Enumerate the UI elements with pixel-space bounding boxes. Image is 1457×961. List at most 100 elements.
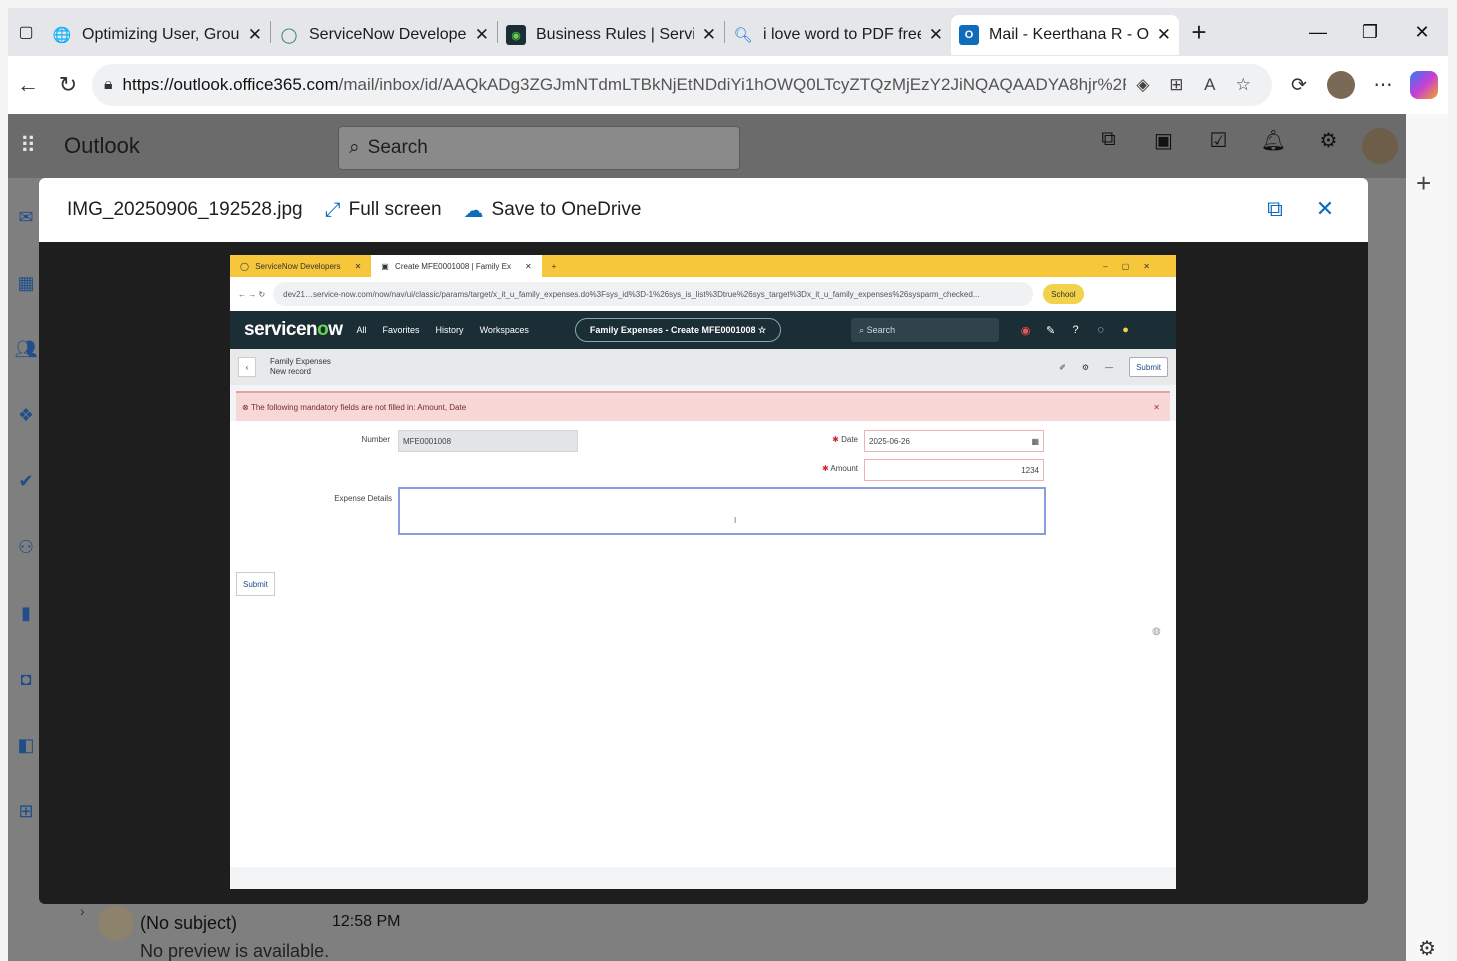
mail-subject: (No subject) [140, 913, 238, 933]
settings-icon: ⚙ [1081, 362, 1090, 372]
close-icon[interactable]: ✕ [702, 25, 716, 45]
close-icon[interactable]: ✕ [1300, 196, 1350, 222]
onenote-icon[interactable]: ▣ [1136, 128, 1191, 164]
tab-strip: ▢ 🌐 Optimizing User, Group, ar ✕ ◯ Servi… [8, 8, 1448, 56]
search-input[interactable]: ⌕ Search [338, 126, 740, 170]
read-aloud-icon[interactable]: A [1193, 75, 1226, 95]
search-icon: ⌕ [349, 137, 360, 158]
reader-mode-icon[interactable]: ◈ [1126, 75, 1159, 95]
viewer-actions: ⧉ ✕ [1250, 196, 1350, 222]
avatar [98, 905, 134, 941]
new-tab-button[interactable]: + [1179, 17, 1219, 48]
inner-search: ⌕ Search [851, 318, 1000, 342]
number-field: MFE0001008 [398, 430, 578, 452]
split-screen-icon[interactable]: ⊞ [1160, 75, 1193, 95]
form-title: Family Expenses New record [270, 357, 331, 376]
submit-button-top: Submit [1129, 357, 1168, 377]
browser-tab-active[interactable]: O Mail - Keerthana R - Outlo ✕ [951, 15, 1179, 55]
app-title: Outlook [64, 133, 140, 158]
close-icon[interactable]: ✕ [248, 25, 262, 45]
context-pill: Family Expenses - Create MFE0001008 ☆ [574, 318, 782, 342]
help-icon: ? [1072, 323, 1079, 336]
nav-arrows-icon: ← → ↻ [238, 289, 266, 299]
more-icon: — [1105, 362, 1114, 372]
record-form: Number MFE0001008 ✱ Date 2025-06-26 ▦ ✱ A… [230, 421, 1176, 867]
close-icon[interactable]: ✕ [929, 25, 943, 45]
inner-tab-active: ▣ Create MFE0001008 | Family Ex ✕ [371, 255, 542, 277]
settings-gear-icon[interactable]: ⚙ [1301, 128, 1356, 164]
number-label: Number [361, 435, 390, 444]
close-icon[interactable]: ✕ [1157, 25, 1171, 45]
browser-window: ▢ 🌐 Optimizing User, Group, ar ✕ ◯ Servi… [8, 8, 1448, 961]
browser-tab[interactable]: 🌐 Optimizing User, Group, ar ✕ [44, 15, 270, 55]
servicenow-app-icon: ◉ [506, 25, 526, 45]
my-day-icon[interactable]: ☑ [1191, 128, 1246, 164]
mandatory-fields-alert: ⊗ The following mandatory fields are not… [236, 391, 1170, 421]
refresh-icon[interactable]: ↻ [48, 65, 88, 105]
submit-button: Submit [236, 572, 275, 596]
form-header: ‹ Family Expenses New record ✐ ⚙ — Submi… [230, 349, 1176, 385]
expense-details-label: Expense Details [334, 494, 392, 503]
attachment-viewer: IMG_20250906_192528.jpg ⤢ Full screen ☁ … [39, 178, 1368, 904]
date-label: ✱ Date [832, 435, 858, 444]
calendar-icon: ▦ [1031, 436, 1039, 446]
browser-tab[interactable]: ◉ Business Rules | ServiceNo ✕ [498, 15, 724, 55]
app-launcher-icon[interactable]: ⠿ [8, 133, 48, 159]
restore-icon[interactable]: ❐ [1344, 8, 1396, 56]
meet-now-icon[interactable]: ⧉ [1081, 128, 1136, 164]
record-icon: ◉ [1020, 324, 1031, 337]
close-icon[interactable]: ✕ [475, 25, 489, 45]
back-icon: ‹ [238, 357, 256, 377]
back-arrow-icon[interactable]: ← [8, 65, 48, 105]
bell-icon: ◌ [1097, 323, 1104, 336]
window-controls: — ❐ ✕ [1292, 8, 1448, 56]
mail-preview: No preview is available. [140, 941, 330, 961]
favorite-star-icon[interactable]: ☆ [1227, 75, 1260, 95]
close-icon: ✕ [524, 261, 532, 271]
browser-tab[interactable]: 🔍︎ i love word to PDF free - S ✕ [725, 15, 951, 55]
chat-icon: ✎ [1045, 324, 1056, 337]
lock-icon: 🔒︎ [104, 76, 113, 93]
inner-url: dev21…service-now.com/now/nav/ui/classic… [273, 282, 1034, 306]
full-screen-button[interactable]: ⤢ Full screen [325, 199, 442, 222]
tab-actions-menu-icon[interactable]: ▢ [8, 8, 44, 56]
file-name: IMG_20250906_192528.jpg [67, 199, 303, 220]
list-item[interactable]: › (No subject) 12:58 PM No preview is av… [68, 899, 468, 961]
servicenow-header: servicenow All Favorites History Workspa… [230, 311, 1176, 349]
inner-address-bar: ← → ↻ dev21…service-now.com/now/nav/ui/c… [230, 277, 1176, 311]
nav-favorites: Favorites [382, 325, 420, 335]
more-options-icon[interactable]: ⋯ [1362, 74, 1404, 97]
close-window-icon[interactable]: ✕ [1396, 8, 1448, 56]
expand-icon: ⤢ [324, 198, 341, 221]
inner-tab: ◯ ServiceNow Developers ✕ [240, 261, 362, 271]
user-avatar[interactable] [1362, 128, 1398, 164]
alert-icon: ⊗ [242, 402, 251, 412]
chevron-right-icon[interactable]: › [80, 903, 85, 919]
save-to-onedrive-button[interactable]: ☁ Save to OneDrive [464, 198, 642, 223]
attachment-image: ◯ ServiceNow Developers ✕ ▣ Create MFE000… [230, 255, 1176, 889]
attachment-icon: ✐ [1059, 362, 1066, 372]
profile-avatar[interactable] [1327, 71, 1355, 99]
inner-tab-strip: ◯ ServiceNow Developers ✕ ▣ Create MFE000… [230, 255, 1176, 277]
profile-badge: School [1043, 284, 1084, 304]
copilot-icon[interactable] [1410, 71, 1438, 99]
add-icon[interactable]: + [1416, 168, 1431, 199]
avatar-icon: ● [1122, 323, 1129, 336]
browser-tab[interactable]: ◯ ServiceNow Developers ✕ [271, 15, 497, 55]
cloud-upload-icon: ☁ [463, 199, 484, 222]
nav-all: All [356, 325, 367, 335]
open-in-new-window-icon[interactable]: ⧉ [1250, 196, 1300, 222]
amount-field: 1234 [864, 459, 1044, 481]
url-text: https://outlook.office365.com/mail/inbox… [122, 75, 1127, 94]
address-bar[interactable]: 🔒︎ https://outlook.office365.com/mail/in… [92, 64, 1272, 106]
notifications-bell-icon[interactable]: 🔔︎ [1246, 128, 1301, 164]
minimize-icon[interactable]: — [1292, 8, 1344, 56]
extensions-icon[interactable]: ⟳ [1278, 74, 1320, 97]
text-cursor-icon: I [734, 515, 737, 525]
outlook-header: ⠿ Outlook ⌕ Search ⧉ ▣ ☑ 🔔︎ ⚙ [8, 114, 1406, 178]
nav-history: History [435, 325, 464, 335]
navigation-bar: ← ↻ 🔒︎ https://outlook.office365.com/mai… [8, 56, 1448, 114]
settings-gear-icon[interactable]: ⚙ [1418, 936, 1436, 961]
servicenow-logo: servicenow [244, 319, 343, 340]
form-header-actions: ✐ ⚙ — Submit [1059, 357, 1176, 377]
